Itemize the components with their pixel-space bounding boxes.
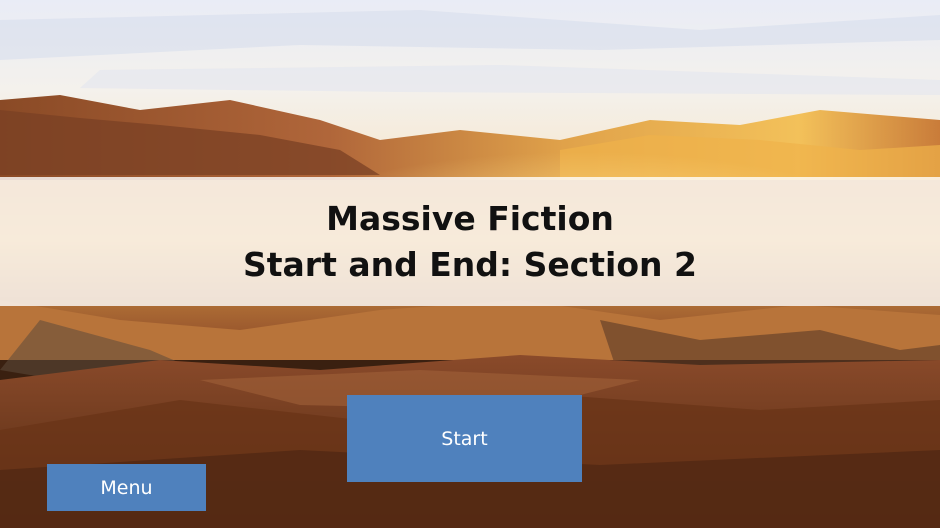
menu-button[interactable]: Menu xyxy=(47,464,206,511)
start-button[interactable]: Start xyxy=(347,395,582,482)
game-title: Massive Fiction xyxy=(326,198,614,238)
title-screen: Massive Fiction Start and End: Section 2… xyxy=(0,0,940,528)
title-banner: Massive Fiction Start and End: Section 2 xyxy=(0,177,940,306)
section-subtitle: Start and End: Section 2 xyxy=(243,244,697,284)
